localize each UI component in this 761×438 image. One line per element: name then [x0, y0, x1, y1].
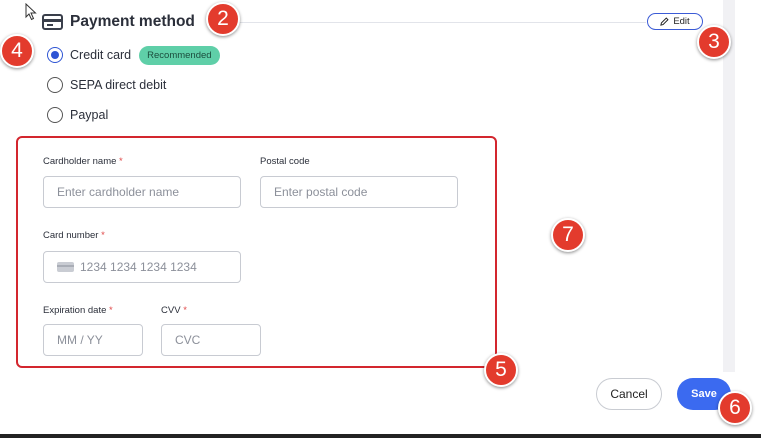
option-sepa[interactable]: SEPA direct debit — [47, 70, 220, 100]
recommended-badge: Recommended — [139, 45, 220, 65]
callout-marker-4: 4 — [0, 34, 34, 68]
edit-button[interactable]: Edit — [647, 13, 703, 30]
expiration-label: Expiration date * — [43, 305, 113, 316]
option-label: Credit card — [70, 48, 132, 62]
postal-code-input[interactable] — [260, 176, 458, 208]
cvv-input[interactable] — [161, 324, 261, 356]
option-credit-card[interactable]: Credit card Recommended — [47, 40, 220, 70]
option-label: SEPA direct debit — [70, 78, 167, 92]
pencil-icon — [660, 17, 669, 26]
cancel-button[interactable]: Cancel — [596, 378, 662, 410]
postal-code-label: Postal code — [260, 156, 310, 167]
scrollbar-track[interactable] — [723, 0, 735, 372]
expiration-input[interactable] — [43, 324, 143, 356]
radio-credit-card[interactable] — [47, 47, 63, 63]
callout-marker-2: 2 — [206, 2, 240, 36]
credit-card-icon — [42, 14, 63, 30]
mouse-cursor-icon — [25, 3, 37, 21]
option-label: Paypal — [70, 108, 109, 122]
section-header: Payment method — [42, 13, 195, 31]
edit-label: Edit — [673, 16, 690, 27]
cardholder-name-input[interactable] — [43, 176, 241, 208]
card-number-input[interactable] — [80, 260, 240, 274]
payment-options: Credit card Recommended SEPA direct debi… — [47, 40, 220, 130]
card-number-field[interactable] — [43, 251, 241, 283]
radio-sepa[interactable] — [47, 77, 63, 93]
card-icon — [57, 262, 74, 272]
callout-marker-3: 3 — [697, 25, 731, 59]
callout-marker-5: 5 — [484, 353, 518, 387]
option-paypal[interactable]: Paypal — [47, 100, 220, 130]
callout-marker-7: 7 — [551, 218, 585, 252]
window-bottom-border — [0, 434, 761, 438]
cardholder-label: Cardholder name * — [43, 156, 123, 167]
cvv-label: CVV * — [161, 305, 187, 316]
header-divider — [228, 22, 646, 23]
radio-paypal[interactable] — [47, 107, 63, 123]
card-number-label: Card number * — [43, 230, 105, 241]
callout-marker-6: 6 — [718, 391, 752, 425]
section-title: Payment method — [70, 13, 195, 30]
